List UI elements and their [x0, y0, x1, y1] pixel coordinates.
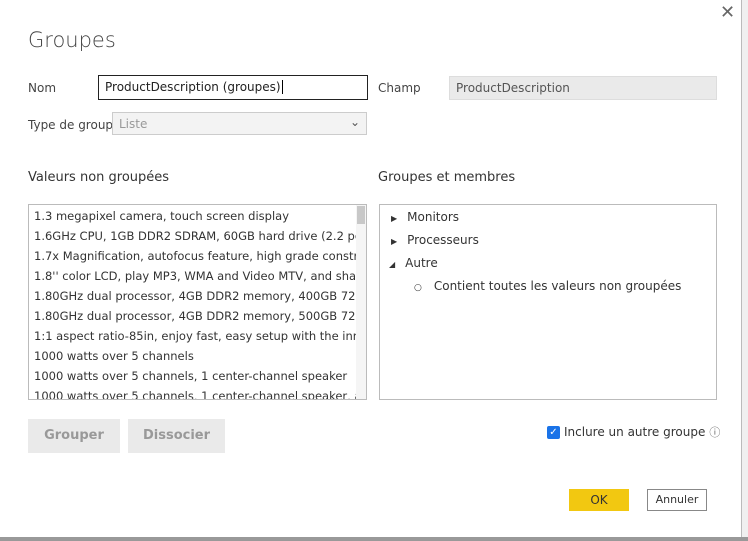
- list-item[interactable]: 1000 watts over 5 channels, 1 center-cha…: [29, 366, 357, 386]
- field-value: ProductDescription: [449, 76, 717, 100]
- list-item[interactable]: 1000 watts over 5 channels: [29, 346, 357, 366]
- include-other-label: Inclure un autre groupe: [564, 425, 706, 439]
- name-input-value: ProductDescription (groupes): [105, 80, 281, 94]
- caret-right-icon: ▶: [391, 237, 398, 246]
- tree-item-label: Monitors: [407, 210, 460, 224]
- dialog-bottom-border: [0, 537, 748, 541]
- checkbox-checked-icon[interactable]: ✓: [547, 425, 560, 439]
- ungroup-button[interactable]: Dissocier: [128, 419, 225, 453]
- background-window-edge: [741, 0, 748, 541]
- scrollbar-thumb[interactable]: [357, 206, 365, 224]
- caret-expanded-icon: ◢: [389, 260, 396, 269]
- dialog-title: Groupes: [28, 28, 116, 52]
- bullet-icon: ○: [414, 283, 422, 293]
- group-type-select[interactable]: Liste ⌄: [112, 112, 367, 135]
- name-input[interactable]: ProductDescription (groupes): [98, 75, 368, 100]
- group-type-label: Type de groupe: [28, 118, 121, 132]
- caret-right-icon: ▶: [391, 214, 398, 223]
- tree-item-label: Processeurs: [407, 233, 479, 247]
- close-icon[interactable]: ✕: [720, 2, 735, 23]
- group-button[interactable]: Grouper: [28, 419, 120, 453]
- group-type-value: Liste: [119, 117, 148, 131]
- groups-header: Groupes et membres: [378, 170, 516, 185]
- ok-button[interactable]: OK: [569, 489, 629, 511]
- tree-item-monitors[interactable]: ▶ Monitors: [380, 206, 716, 229]
- list-item[interactable]: 1.80GHz dual processor, 4GB DDR2 memory,…: [29, 306, 357, 326]
- info-icon[interactable]: ⓘ: [709, 424, 720, 440]
- include-other-group[interactable]: ✓ Inclure un autre groupe ⓘ: [547, 424, 720, 440]
- chevron-down-icon: ⌄: [349, 115, 360, 129]
- tree-item-label: Autre: [405, 256, 438, 270]
- list-item[interactable]: 1.7x Magnification, autofocus feature, h…: [29, 246, 357, 266]
- list-item[interactable]: 1.80GHz dual processor, 4GB DDR2 memory,…: [29, 286, 357, 306]
- list-item[interactable]: 1.8'' color LCD, play MP3, WMA and Video…: [29, 266, 357, 286]
- tree-item-autre[interactable]: ◢ Autre: [380, 252, 716, 275]
- list-item[interactable]: 1:1 aspect ratio-85in, enjoy fast, easy …: [29, 326, 357, 346]
- scrollbar[interactable]: [356, 205, 366, 399]
- groups-tree[interactable]: ▶ Monitors ▶ Processeurs ◢ Autre ○ Contient …: [379, 204, 717, 400]
- tree-item-processeurs[interactable]: ▶ Processeurs: [380, 229, 716, 252]
- list-item[interactable]: 1000 watts over 5 channels, 1 center-cha…: [29, 386, 357, 399]
- name-label: Nom: [28, 81, 57, 95]
- tree-item-label: Contient toutes les valeurs non groupées: [433, 279, 682, 293]
- tree-item-other-member[interactable]: ○ Contient toutes les valeurs non groupée…: [380, 275, 716, 298]
- ungrouped-header: Valeurs non groupées: [28, 170, 170, 185]
- ungrouped-list[interactable]: 1.3 megapixel camera, touch screen displ…: [28, 204, 367, 400]
- field-label: Champ: [378, 81, 421, 95]
- list-item[interactable]: 1.6GHz CPU, 1GB DDR2 SDRAM, 60GB hard dr…: [29, 226, 357, 246]
- list-item[interactable]: 1.3 megapixel camera, touch screen displ…: [29, 206, 357, 226]
- cancel-button[interactable]: Annuler: [647, 489, 707, 511]
